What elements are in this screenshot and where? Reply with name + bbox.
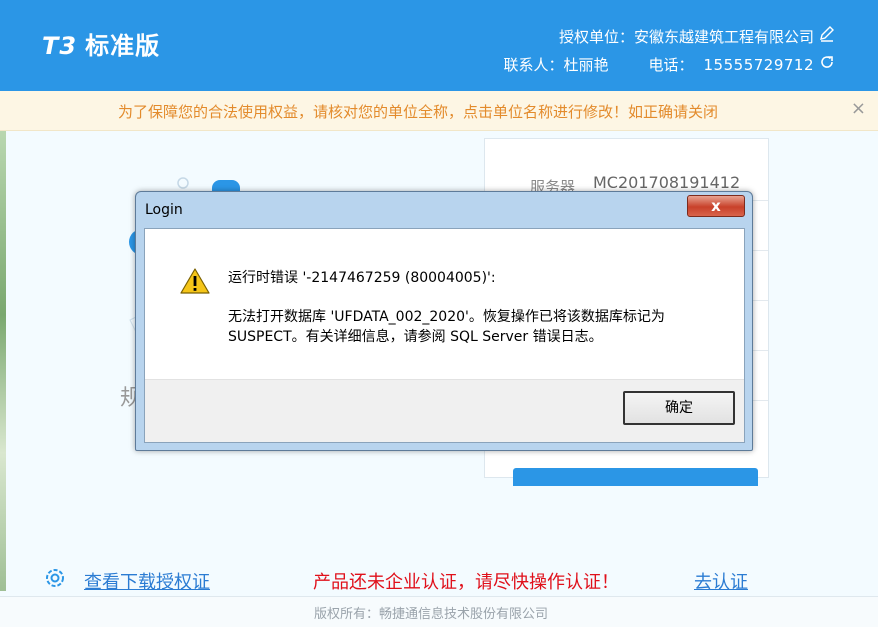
error-message-text: 无法打开数据库 'UFDATA_002_2020'。恢复操作已将该数据库标记为 … — [228, 309, 665, 345]
org-info: 授权单位：安徽东越建筑工程有限公司 — [559, 26, 814, 47]
warning-icon — [179, 267, 211, 295]
contact-label: 联系人： — [503, 56, 564, 74]
login-error-dialog: Login x 运行时错误 '-2147467259 (80004005)': … — [135, 191, 753, 451]
phone-value: 15555729712 — [703, 56, 814, 74]
org-name[interactable]: 安徽东越建筑工程有限公司 — [634, 26, 814, 47]
gear-icon — [42, 565, 68, 591]
contact-name: 杜丽艳 — [563, 56, 609, 74]
ok-button[interactable]: 确定 — [623, 391, 735, 425]
dialog-title: Login — [145, 202, 183, 218]
dialog-close-button[interactable]: x — [687, 195, 745, 217]
server-value[interactable]: MC201708191412 — [593, 173, 740, 192]
close-icon[interactable]: × — [851, 100, 866, 118]
certification-warning: 产品还未企业认证，请尽快操作认证！ — [313, 572, 619, 593]
logo-text: 标准版 — [85, 32, 161, 60]
certify-link[interactable]: 去认证 — [694, 568, 748, 594]
contact-info: 联系人：杜丽艳 电话： 15555729712 — [503, 54, 814, 75]
background-strip — [0, 131, 6, 591]
dialog-body: 运行时错误 '-2147467259 (80004005)': 无法打开数据库 … — [144, 228, 745, 443]
error-code-text: 运行时错误 '-2147467259 (80004005)': — [228, 270, 496, 286]
login-button[interactable] — [513, 468, 758, 486]
phone-label: 电话： — [648, 56, 694, 74]
notice-text: 为了保障您的合法使用权益，请核对您的单位全称，点击单位名称进行修改！如正确请关闭 — [118, 103, 719, 121]
copyright-text: 版权所有：畅捷通信息技术股份有限公司 — [314, 607, 549, 622]
app-header: T3 标准版 授权单位：安徽东越建筑工程有限公司 联系人：杜丽艳 电话： 155557… — [0, 0, 878, 91]
dialog-button-area: 确定 — [145, 379, 744, 442]
product-logo: T3 标准版 — [42, 26, 160, 61]
notice-bar: 为了保障您的合法使用权益，请核对您的单位全称，点击单位名称进行修改！如正确请关闭… — [0, 91, 878, 131]
org-label: 授权单位： — [558, 28, 634, 46]
refresh-icon[interactable] — [819, 54, 835, 70]
view-license-link[interactable]: 查看下载授权证 — [84, 568, 210, 594]
logo-mark: T3 — [42, 32, 78, 60]
edit-icon[interactable] — [819, 26, 835, 42]
